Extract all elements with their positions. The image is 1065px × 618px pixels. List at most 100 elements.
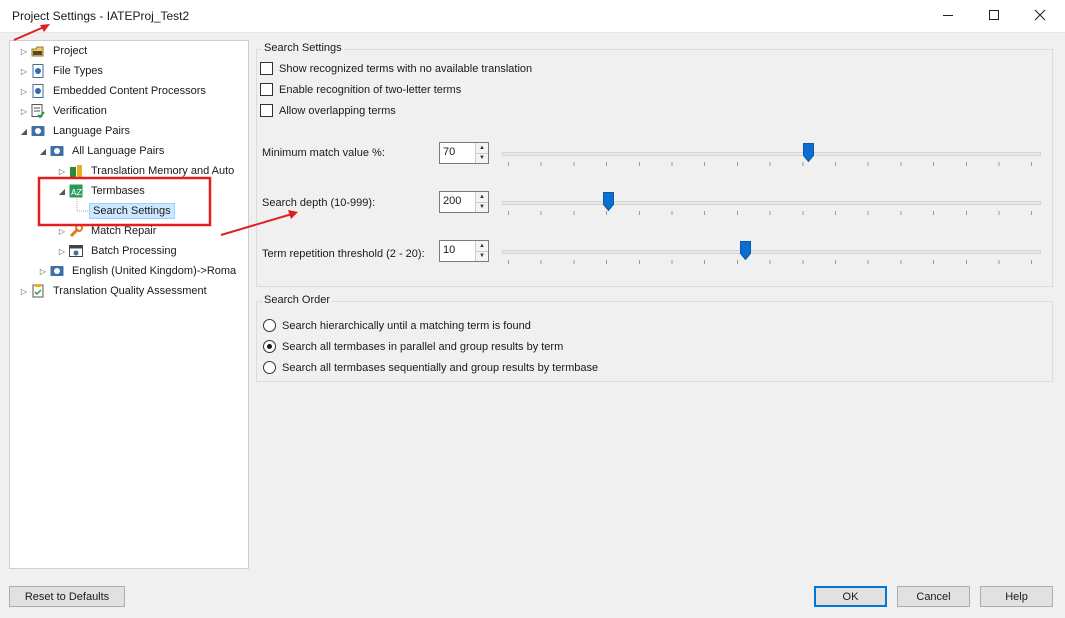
wrench-icon (68, 223, 84, 239)
maximize-button[interactable] (971, 0, 1017, 33)
slider-track (502, 250, 1041, 254)
tree-item-search-settings[interactable]: Search Settings (89, 201, 175, 221)
minimize-icon (942, 9, 954, 24)
slider-ticks (508, 162, 1035, 166)
tree-item-termbases[interactable]: ◢ AZ Termbases (56, 181, 148, 201)
search-sequentially-radio[interactable]: Search all termbases sequentially and gr… (263, 361, 598, 374)
search-depth-label: Search depth (10-999): (262, 197, 376, 209)
tree-label: Search Settings (89, 203, 175, 219)
tree-item-translation-quality[interactable]: ▷ Translation Quality Assessment (18, 281, 210, 301)
tree-label: File Types (53, 65, 103, 77)
collapse-arrow-icon[interactable]: ◢ (37, 141, 49, 161)
expand-arrow-icon[interactable]: ▷ (18, 101, 30, 121)
term-repetition-value[interactable]: 10 (440, 241, 475, 261)
tree-label: Match Repair (91, 225, 157, 237)
radio-label: Search all termbases sequentially and gr… (282, 361, 599, 374)
close-icon (1034, 9, 1046, 24)
checkbox-box[interactable] (260, 83, 273, 96)
language-pairs-icon (49, 143, 65, 159)
radio-button[interactable] (263, 319, 276, 332)
expand-arrow-icon[interactable]: ▷ (37, 261, 49, 281)
radio-button[interactable] (263, 361, 276, 374)
spin-down-icon[interactable]: ▼ (476, 202, 488, 212)
expand-arrow-icon[interactable]: ▷ (18, 61, 30, 81)
tree-label: Language Pairs (53, 125, 131, 137)
reset-to-defaults-button[interactable]: Reset to Defaults (9, 586, 125, 607)
checkbox-label: Show recognized terms with no available … (279, 62, 533, 75)
tree-item-verification[interactable]: ▷ Verification (18, 101, 110, 121)
close-button[interactable] (1017, 0, 1063, 33)
checkbox-box[interactable] (260, 62, 273, 75)
language-pairs-icon (30, 123, 46, 139)
slider-thumb-icon[interactable] (739, 241, 751, 260)
maximize-icon (988, 9, 1000, 24)
spin-up-icon[interactable]: ▲ (476, 241, 488, 252)
minimize-button[interactable] (925, 0, 971, 33)
window-title: Project Settings - IATEProj_Test2 (12, 9, 190, 23)
tree-label: Embedded Content Processors (53, 85, 206, 97)
expand-arrow-icon[interactable]: ▷ (56, 241, 68, 261)
min-match-label: Minimum match value %: (262, 147, 385, 159)
slider-track (502, 201, 1041, 205)
termbase-icon: AZ (68, 183, 84, 199)
batch-processing-icon (68, 243, 84, 259)
search-depth-value[interactable]: 200 (440, 192, 475, 212)
slider-track (502, 152, 1041, 156)
expand-arrow-icon[interactable]: ▷ (18, 41, 30, 61)
expand-arrow-icon[interactable]: ▷ (56, 161, 68, 181)
tree-item-all-language-pairs[interactable]: ◢ All Language Pairs (37, 141, 167, 161)
checkbox-label: Allow overlapping terms (279, 104, 396, 117)
tree-item-project[interactable]: ▷ Project (18, 41, 90, 61)
quality-assessment-icon (30, 283, 46, 299)
slider-ticks (508, 260, 1035, 264)
tree-label: Termbases (91, 185, 145, 197)
checkbox-box[interactable] (260, 104, 273, 117)
radio-label: Search all termbases in parallel and gro… (282, 340, 564, 353)
expand-arrow-icon[interactable]: ▷ (18, 81, 30, 101)
file-types-icon (30, 63, 46, 79)
term-repetition-label: Term repetition threshold (2 - 20): (262, 248, 425, 260)
min-match-value[interactable]: 70 (440, 143, 475, 163)
tree-item-match-repair[interactable]: ▷ Match Repair (56, 221, 159, 241)
tree-item-embedded-content[interactable]: ▷ Embedded Content Processors (18, 81, 209, 101)
collapse-arrow-icon[interactable]: ◢ (56, 181, 68, 201)
search-parallel-radio[interactable]: Search all termbases in parallel and gro… (263, 340, 563, 353)
spin-up-icon[interactable]: ▲ (476, 143, 488, 154)
collapse-arrow-icon[interactable]: ◢ (18, 121, 30, 141)
search-hierarchically-radio[interactable]: Search hierarchically until a matching t… (263, 319, 531, 332)
help-button[interactable]: Help (980, 586, 1053, 607)
term-repetition-slider[interactable] (502, 241, 1041, 268)
spin-up-icon[interactable]: ▲ (476, 192, 488, 203)
tree-item-batch-processing[interactable]: ▷ Batch Processing (56, 241, 180, 261)
search-depth-stepper[interactable]: 200 ▲ ▼ (439, 191, 489, 213)
tree-item-language-pairs[interactable]: ◢ Language Pairs (18, 121, 133, 141)
tree-item-translation-memory[interactable]: ▷ Translation Memory and Auto (56, 161, 237, 181)
slider-ticks (508, 211, 1035, 215)
term-repetition-stepper[interactable]: 10 ▲ ▼ (439, 240, 489, 262)
embedded-content-icon (30, 83, 46, 99)
show-unavailable-terms-checkbox[interactable]: Show recognized terms with no available … (260, 62, 532, 75)
overlapping-terms-checkbox[interactable]: Allow overlapping terms (260, 104, 396, 117)
spin-down-icon[interactable]: ▼ (476, 153, 488, 163)
spin-down-icon[interactable]: ▼ (476, 251, 488, 261)
tree-label: Batch Processing (91, 245, 177, 257)
slider-thumb-icon[interactable] (802, 143, 814, 162)
cancel-button[interactable]: Cancel (897, 586, 970, 607)
expand-arrow-icon[interactable]: ▷ (18, 281, 30, 301)
search-depth-slider[interactable] (502, 192, 1041, 219)
min-match-stepper[interactable]: 70 ▲ ▼ (439, 142, 489, 164)
project-icon (30, 43, 46, 59)
tree-item-english-uk-pair[interactable]: ▷ English (United Kingdom)->Roma (37, 261, 239, 281)
verification-icon (30, 103, 46, 119)
tree-label: English (United Kingdom)->Roma (72, 265, 237, 277)
tree-item-file-types[interactable]: ▷ File Types (18, 61, 106, 81)
two-letter-terms-checkbox[interactable]: Enable recognition of two-letter terms (260, 83, 461, 96)
ok-button[interactable]: OK (814, 586, 887, 607)
radio-button[interactable] (263, 340, 276, 353)
radio-label: Search hierarchically until a matching t… (282, 319, 531, 332)
slider-thumb-icon[interactable] (602, 192, 614, 211)
tree-label: Verification (53, 105, 107, 117)
expand-arrow-icon[interactable]: ▷ (56, 221, 68, 241)
settings-tree[interactable]: ▷ Project ▷ File Types ▷ Embedded Conten… (9, 40, 249, 569)
min-match-slider[interactable] (502, 143, 1041, 170)
